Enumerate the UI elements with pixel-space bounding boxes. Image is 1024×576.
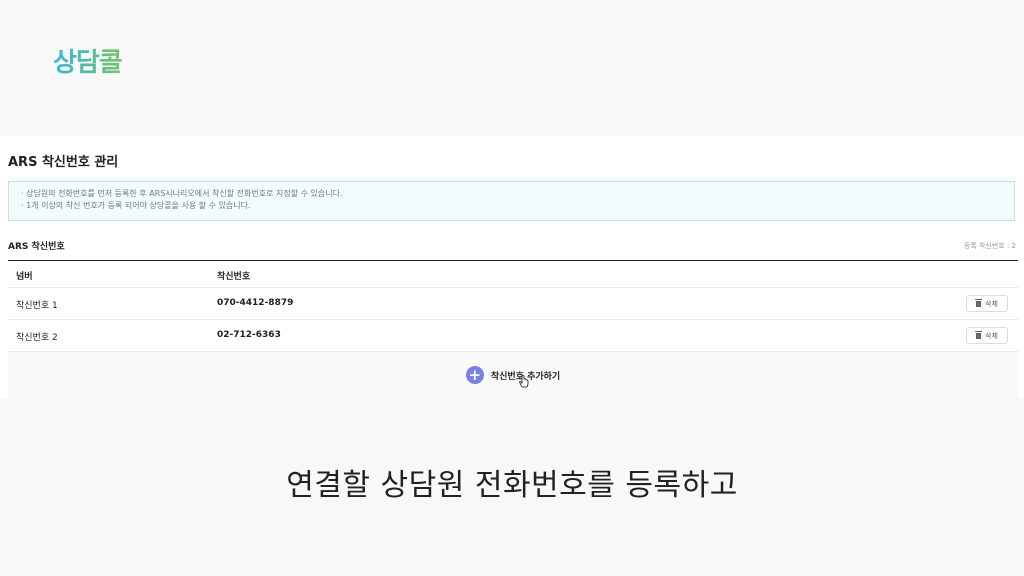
table-row: 착신번호 2 02-712-6363 삭제 — [8, 320, 1018, 352]
delete-label: 삭제 — [985, 331, 998, 340]
add-forwarding-number-button[interactable]: + 착신번호 추가하기 — [465, 366, 560, 388]
delete-label: 삭제 — [985, 299, 998, 308]
hand-cursor-icon — [518, 375, 529, 388]
add-row: + 착신번호 추가하기 — [8, 352, 1018, 398]
info-notice: · 상담원의 전화번호를 먼저 등록한 후 ARS시나리오에서 착신할 전화번호… — [8, 181, 1015, 221]
phone-number: 02-712-6363 — [217, 330, 281, 340]
notice-line: · 1개 이상의 착신 번호가 등록 되어야 상담콜을 사용 할 수 있습니다. — [21, 201, 251, 210]
row-label: 착신번호 2 — [16, 333, 58, 343]
column-header-number: 넘버 — [16, 272, 33, 282]
table-row: 착신번호 1 070-4412-8879 삭제 — [8, 288, 1018, 320]
trash-icon — [975, 330, 983, 339]
page-title: ARS 착신번호 관리 — [8, 155, 119, 170]
registered-count: 등록 착신번호 : 2 — [963, 242, 1016, 250]
plus-icon: + — [465, 366, 484, 384]
logo: 상담콜 — [53, 42, 123, 79]
section-title: ARS 착신번호 — [8, 242, 65, 252]
row-label: 착신번호 1 — [16, 301, 58, 311]
phone-number: 070-4412-8879 — [217, 298, 294, 308]
column-header-forwarding-number: 착신번호 — [217, 272, 251, 282]
forwarding-number-table: 넘버 착신번호 착신번호 1 070-4412-8879 삭제 착신번호 2 0… — [8, 260, 1018, 398]
trash-icon — [975, 298, 983, 307]
table-header: 넘버 착신번호 — [8, 261, 1018, 288]
main-panel: ARS 착신번호 관리 · 상담원의 전화번호를 먼저 등록한 후 ARS시나리… — [0, 136, 1024, 398]
notice-line: · 상담원의 전화번호를 먼저 등록한 후 ARS시나리오에서 착신할 전화번호… — [21, 189, 343, 198]
caption-subtitle: 연결할 상담원 전화번호를 등록하고 — [286, 468, 738, 503]
delete-button[interactable]: 삭제 — [966, 327, 1008, 344]
delete-button[interactable]: 삭제 — [966, 295, 1008, 312]
